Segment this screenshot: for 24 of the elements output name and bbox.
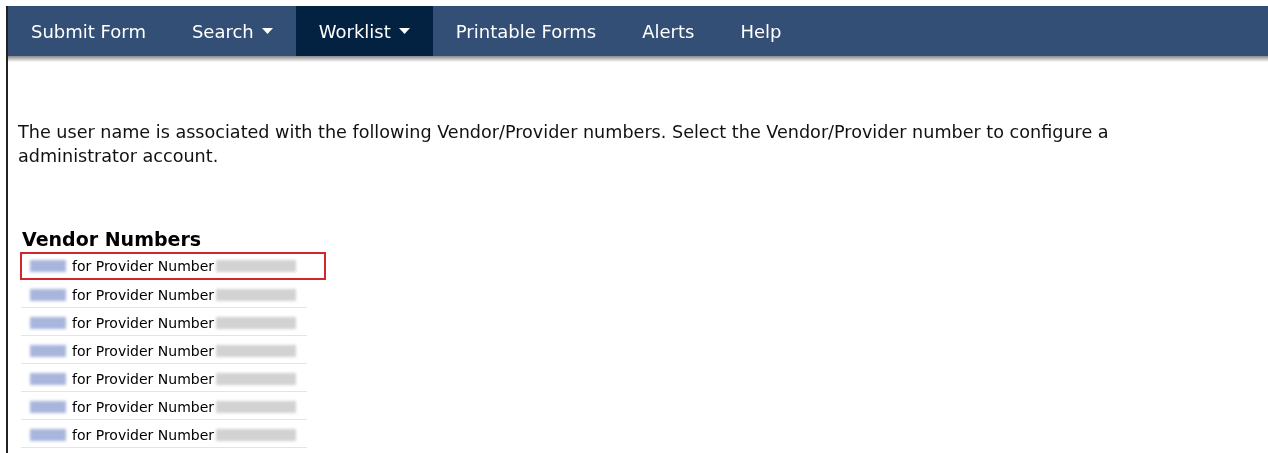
row-text: for Provider Number: [72, 286, 215, 303]
row-text: for Provider Number: [72, 370, 215, 387]
redacted-link[interactable]: [30, 288, 66, 301]
nav-tab[interactable]: Help: [717, 6, 805, 56]
section-heading: Vendor Numbers: [22, 228, 203, 250]
nav-tab[interactable]: Submit Form: [8, 6, 169, 56]
redacted-link[interactable]: [30, 428, 66, 441]
caret-icon: [261, 28, 273, 34]
redacted-link[interactable]: [30, 344, 66, 357]
redacted-link[interactable]: [30, 400, 66, 413]
row-text: for Provider Number: [72, 258, 215, 274]
nav-tab[interactable]: Worklist: [295, 6, 433, 56]
intro-text: The user name is associated with the following Vendor/Provider numbers. Select the Vendor/Provider number to configure a administrator account.: [18, 121, 1110, 168]
redacted-link[interactable]: [30, 316, 66, 329]
nav-tab[interactable]: Alerts: [619, 6, 718, 56]
row-text: for Provider Number: [72, 314, 215, 331]
nav-tab[interactable]: Search: [168, 6, 296, 56]
row-text: for Provider Number: [72, 398, 215, 415]
nav-tab[interactable]: Printable Forms: [432, 6, 620, 56]
caret-icon: [398, 28, 410, 34]
redacted-link[interactable]: [30, 372, 66, 385]
redacted-link[interactable]: [30, 260, 66, 272]
row-text: for Provider Number: [72, 426, 215, 443]
row-text: for Provider Number: [72, 342, 215, 359]
